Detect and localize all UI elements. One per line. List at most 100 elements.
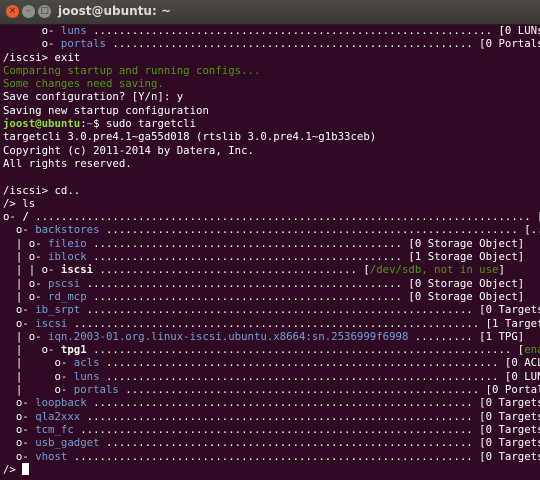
terminal-text: ........................................… bbox=[73, 422, 480, 436]
terminal-text: joost@ubuntu bbox=[3, 117, 81, 131]
terminal-text: All rights reserved. bbox=[3, 156, 132, 170]
terminal-text: rd_mcp bbox=[48, 289, 87, 303]
terminal-line: /iscsi> exit bbox=[3, 51, 540, 64]
terminal-text: [0 Targets] bbox=[479, 409, 540, 423]
terminal-text: /iscsi> cd.. bbox=[3, 183, 81, 197]
terminal-text: usb_gadget bbox=[35, 436, 100, 450]
terminal-text: ........................................… bbox=[80, 303, 480, 317]
terminal-line: | o- pscsi .............................… bbox=[3, 277, 540, 290]
terminal-text: ........................................… bbox=[118, 383, 486, 397]
terminal-text: $ sudo targetcli bbox=[93, 117, 197, 131]
terminal-text: [1 TPG] bbox=[479, 329, 525, 343]
terminal-line: targetcli 3.0.pre4.1~ga55d018 (rtslib 3.… bbox=[3, 130, 540, 143]
minimize-button[interactable]: – bbox=[22, 5, 35, 18]
terminal-text: loopback bbox=[35, 396, 87, 410]
terminal-text: iscsi bbox=[60, 263, 94, 277]
title-bar[interactable]: × – □ joost@ubuntu: ~ bbox=[0, 0, 540, 25]
terminal-text: tcm_fc bbox=[35, 422, 74, 436]
terminal-text: o- bbox=[3, 436, 36, 450]
terminal-line: | o- iblock ............................… bbox=[3, 250, 540, 263]
terminal-line: Save configuration? [Y/n]: y bbox=[3, 90, 540, 103]
terminal-text: ........................................… bbox=[99, 356, 505, 370]
close-button[interactable]: × bbox=[6, 5, 19, 18]
terminal-text: [0 Targets] bbox=[479, 449, 540, 463]
terminal-text: luns bbox=[73, 369, 100, 383]
terminal-line: o- portals .............................… bbox=[3, 37, 540, 50]
terminal-text: o- bbox=[3, 37, 61, 51]
terminal-line: o- loopback ............................… bbox=[3, 396, 540, 409]
terminal-text: ........................................… bbox=[105, 37, 480, 51]
terminal-window: × – □ joost@ubuntu: ~ o- luns ..........… bbox=[0, 0, 540, 480]
terminal-text: portals bbox=[60, 37, 106, 51]
terminal-text: ........................................… bbox=[86, 343, 518, 357]
terminal-text: [0 LUNs] bbox=[504, 369, 540, 383]
terminal-text: | o- bbox=[3, 289, 49, 303]
terminal-text: enabled bbox=[524, 343, 540, 357]
terminal-text: ........................................… bbox=[86, 236, 409, 250]
terminal-text: Copyright (c) 2011-2014 by Datera, Inc. bbox=[3, 143, 254, 157]
terminal-text: | o- bbox=[3, 250, 49, 264]
shell-prompt: /> bbox=[3, 462, 23, 476]
terminal-text: ........................................… bbox=[67, 449, 480, 463]
terminal-text: ........................................… bbox=[80, 276, 409, 290]
terminal-text: qla2xxx bbox=[35, 409, 81, 423]
terminal-text: acls bbox=[73, 356, 100, 370]
terminal-text: o- bbox=[3, 303, 36, 317]
terminal-text: targetcli 3.0.pre4.1~ga55d018 (rtslib 3.… bbox=[3, 130, 377, 144]
terminal-line: | o- portals ...........................… bbox=[3, 383, 540, 396]
terminal-text: ........................................… bbox=[28, 210, 538, 224]
terminal-text: o- bbox=[3, 316, 36, 330]
terminal-line: o- luns ................................… bbox=[3, 24, 540, 37]
terminal-line: Copyright (c) 2011-2014 by Datera, Inc. bbox=[3, 144, 540, 157]
terminal-text: | o- bbox=[3, 383, 74, 397]
terminal-text: ........................................… bbox=[99, 223, 525, 237]
terminal-text: pscsi bbox=[48, 276, 81, 290]
terminal-text: iblock bbox=[48, 250, 87, 264]
terminal-text: [1 Target] bbox=[485, 316, 540, 330]
terminal-line: o- / ...................................… bbox=[3, 210, 540, 223]
terminal-text: | o- bbox=[3, 329, 49, 343]
prompt-line[interactable]: /> bbox=[3, 462, 540, 476]
terminal-text: o- bbox=[3, 422, 36, 436]
terminal-text: | o- bbox=[3, 276, 49, 290]
terminal-text: | o- bbox=[3, 356, 74, 370]
terminal-line: | o- acls ..............................… bbox=[3, 356, 540, 369]
terminal-text: luns bbox=[60, 24, 87, 37]
terminal-line: o- backstores ..........................… bbox=[3, 223, 540, 236]
terminal-text: [0 Portals] bbox=[479, 37, 540, 51]
terminal-line: Saving new startup configuration bbox=[3, 104, 540, 117]
terminal-text: | o- bbox=[3, 236, 49, 250]
terminal-text: | o- bbox=[3, 369, 74, 383]
terminal-text: Some changes need saving. bbox=[3, 77, 164, 91]
terminal-text: Comparing startup and running configs... bbox=[3, 63, 261, 77]
terminal-text: portals bbox=[73, 383, 119, 397]
terminal-text: vhost bbox=[35, 449, 68, 463]
terminal-text: ........................................… bbox=[86, 24, 499, 37]
terminal-text: ........................................ bbox=[93, 263, 364, 277]
terminal-line: Comparing startup and running configs... bbox=[3, 64, 540, 77]
terminal-text: ........................................… bbox=[86, 250, 409, 264]
terminal-line: | o- luns ..............................… bbox=[3, 370, 540, 383]
terminal-text: [0 Targets] bbox=[479, 436, 540, 450]
terminal-text: fileio bbox=[48, 236, 87, 250]
terminal-line: /> ls bbox=[3, 197, 540, 210]
terminal-text: Save configuration? [Y/n]: y bbox=[3, 90, 184, 104]
terminal-text: tpg1 bbox=[60, 343, 87, 357]
terminal-text: o- bbox=[3, 396, 36, 410]
text-cursor bbox=[22, 462, 30, 475]
terminal-text: [0 Portals] bbox=[485, 383, 540, 397]
terminal-text: [0 LUNs] bbox=[498, 24, 540, 37]
terminal-line: | | o- iscsi ...........................… bbox=[3, 263, 540, 276]
maximize-button[interactable]: □ bbox=[38, 5, 51, 18]
terminal-text: [0 Targets] bbox=[479, 303, 540, 317]
terminal-line: | o- rd_mcp ............................… bbox=[3, 290, 540, 303]
terminal-text: o- bbox=[3, 449, 36, 463]
terminal-line: joost@ubuntu:~$ sudo targetcli bbox=[3, 117, 540, 130]
terminal-text: ........................................… bbox=[99, 369, 505, 383]
terminal-output[interactable]: o- luns ................................… bbox=[0, 24, 540, 480]
terminal-text: /dev/sdb, not in use bbox=[369, 263, 499, 277]
terminal-text: [0 Targets] bbox=[479, 422, 540, 436]
terminal-text: [1 Storage Object] bbox=[408, 250, 525, 264]
terminal-text: ib_srpt bbox=[35, 303, 81, 317]
